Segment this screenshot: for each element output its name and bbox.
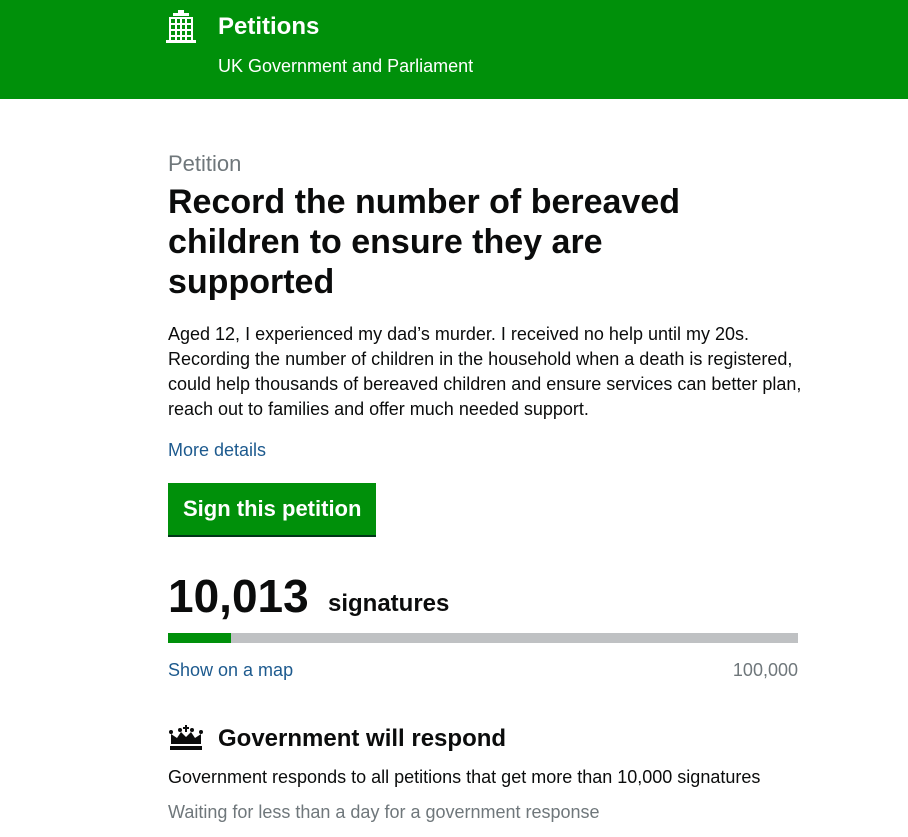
- site-title[interactable]: Petitions: [218, 12, 319, 42]
- petition-summary: Aged 12, I experienced my dad’s murder. …: [168, 324, 802, 419]
- petition-title: Record the number of bereaved children t…: [168, 183, 681, 301]
- portcullis-icon[interactable]: [166, 10, 196, 43]
- signature-count: 10,013: [168, 570, 309, 622]
- petition-kicker: Petition: [168, 151, 242, 176]
- show-on-map-link[interactable]: Show on a map: [168, 658, 293, 683]
- site-subtitle: UK Government and Parliament: [218, 56, 474, 76]
- signature-progress-bar: [168, 633, 798, 643]
- government-response-text: Government responds to all petitions tha…: [168, 767, 761, 787]
- government-response-heading: Government will respond: [218, 725, 507, 752]
- signature-label: signatures: [328, 590, 450, 617]
- signature-threshold: 100,000: [732, 660, 798, 680]
- crown-icon: [168, 725, 204, 751]
- sign-petition-button[interactable]: Sign this petition: [168, 483, 377, 535]
- site-header: Petitions UK Government and Parliament: [0, 0, 908, 99]
- government-response-status: Waiting for less than a day for a govern…: [168, 802, 600, 822]
- signature-progress-fill: [168, 633, 231, 643]
- more-details-link[interactable]: More details: [168, 438, 266, 463]
